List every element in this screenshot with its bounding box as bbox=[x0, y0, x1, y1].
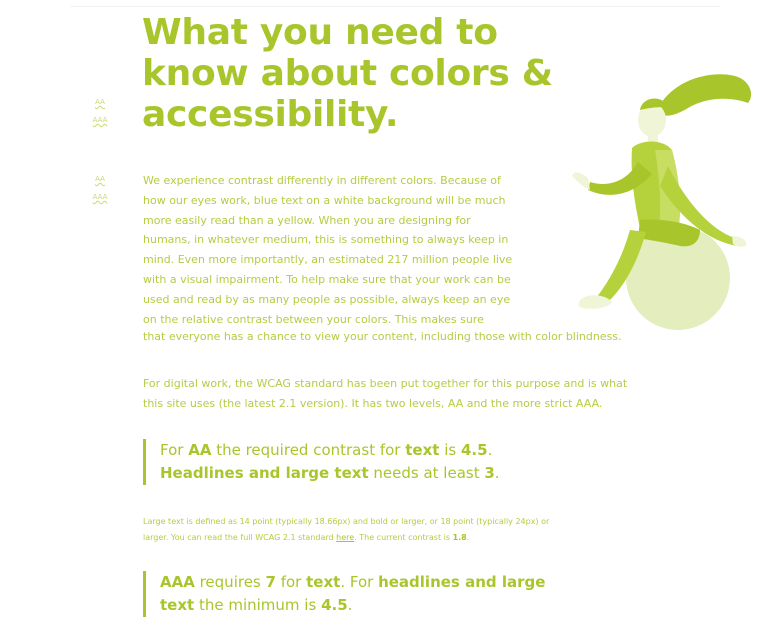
current-contrast-value: 1.8 bbox=[452, 533, 467, 542]
aaa-requirement-quote: AAA requires 7 for text. For headlines a… bbox=[143, 571, 580, 617]
wcag-paragraph: For digital work, the WCAG standard has … bbox=[143, 377, 628, 410]
contrast-badge-aaa: AAA bbox=[92, 116, 108, 124]
contrast-badge-aaa: AAA bbox=[92, 193, 108, 201]
intro-paragraph: We experience contrast differently in di… bbox=[143, 174, 513, 326]
page-title: What you need to know about colors & acc… bbox=[142, 12, 553, 135]
ponytail bbox=[660, 74, 752, 116]
wcag-standard-link[interactable]: here bbox=[336, 533, 354, 542]
contrast-badge-aa: AA bbox=[95, 175, 105, 183]
woman-on-ball-illustration bbox=[572, 74, 752, 330]
aa-requirement-quote: For AA the required contrast for text is… bbox=[143, 439, 580, 485]
large-text-note: Large text is defined as 14 point (typic… bbox=[143, 517, 550, 542]
top-divider bbox=[70, 6, 720, 7]
contrast-badge-aa: AA bbox=[95, 98, 105, 106]
